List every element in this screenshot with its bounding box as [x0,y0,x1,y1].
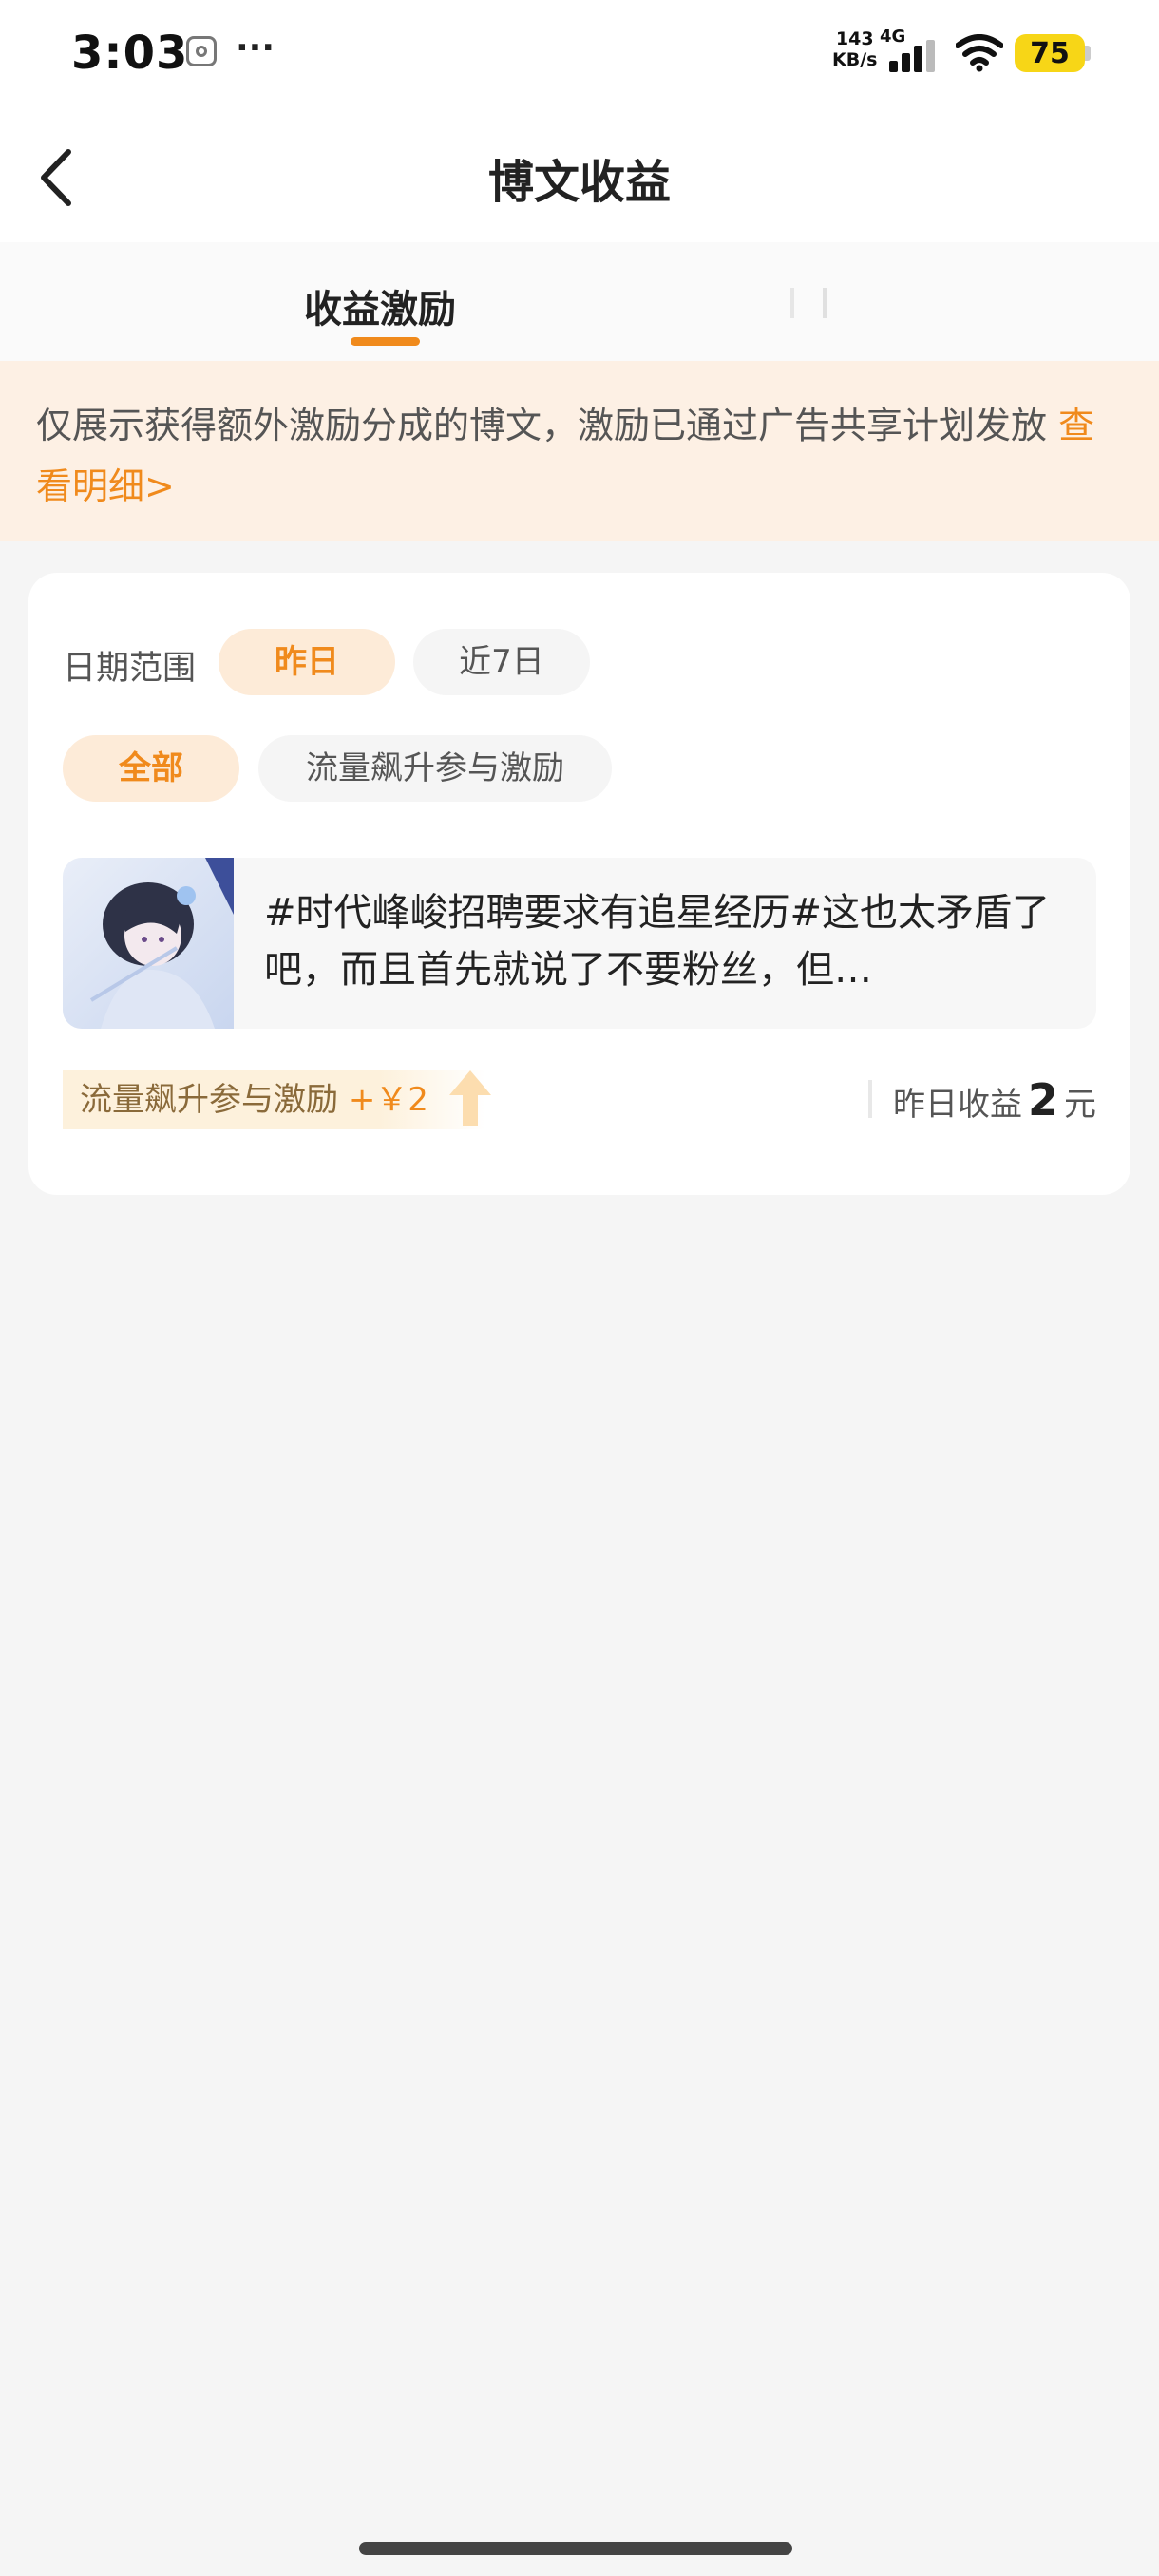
more-notifications-icon: ··· [236,28,276,67]
battery-icon: 75 [1015,34,1085,72]
net-speed-unit: KB/s [832,49,878,70]
yield-divider [867,1080,872,1118]
reward-amount: +￥2 [348,1081,428,1119]
wifi-icon [956,34,1003,72]
yield-unit: 元 [1064,1086,1096,1124]
article-title: #时代峰峻招聘要求有追星经历#这也太矛盾了吧，而且首先就说了不要粉丝，但… [264,891,1051,992]
filter-chip-traffic-surge[interactable]: 流量飙升参与激励 [258,735,612,802]
nav-bar: 博文收益 [0,104,1159,242]
yield-label: 昨日收益 [892,1086,1022,1124]
income-card: 日期范围 昨日 近7日 全部 流量飙升参与激励 #时代峰峻招聘要求有追星经历#这… [28,573,1130,1195]
reward-label: 流量飙升参与激励 [80,1081,338,1119]
article-item[interactable]: #时代峰峻招聘要求有追星经历#这也太矛盾了吧，而且首先就说了不要粉丝，但… [63,858,1096,1029]
battery-tip [1085,46,1091,61]
net-speed-value: 143 [835,28,874,49]
status-bar: 3:03 ··· 143 KB/s 4G 75 [0,0,1159,104]
filter-chip-all[interactable]: 全部 [63,735,239,802]
notice-banner: 仅展示获得额外激励分成的博文，激励已通过广告共享计划发放 查看明细> [0,361,1159,541]
tab-divider [790,288,794,318]
date-range-label: 日期范围 [63,650,197,688]
reward-tag: 流量飙升参与激励 +￥2 [63,1070,491,1129]
arrow-up-icon [448,1070,491,1126]
yesterday-yield: 昨日收益 2 元 [867,1069,1096,1131]
signal-icon [889,40,942,72]
filter-chip-7days[interactable]: 近7日 [413,629,590,695]
tab-active-indicator [351,337,420,346]
battery-level: 75 [1030,37,1070,70]
notice-text: 仅展示获得额外激励分成的博文，激励已通过广告共享计划发放 [36,405,1059,446]
tab-bar: 收益激励 [0,242,1159,361]
yield-value: 2 [1027,1074,1058,1126]
net-speed: 143 KB/s [832,28,877,70]
filter-chip-yesterday[interactable]: 昨日 [218,629,395,695]
screen-record-icon [186,36,217,66]
home-indicator[interactable] [359,2542,792,2555]
article-thumbnail [63,858,234,1029]
tab-divider [823,288,826,318]
status-time: 3:03 [71,27,189,80]
page-title: 博文收益 [487,156,671,209]
tab-income-incentive[interactable]: 收益激励 [304,278,456,333]
